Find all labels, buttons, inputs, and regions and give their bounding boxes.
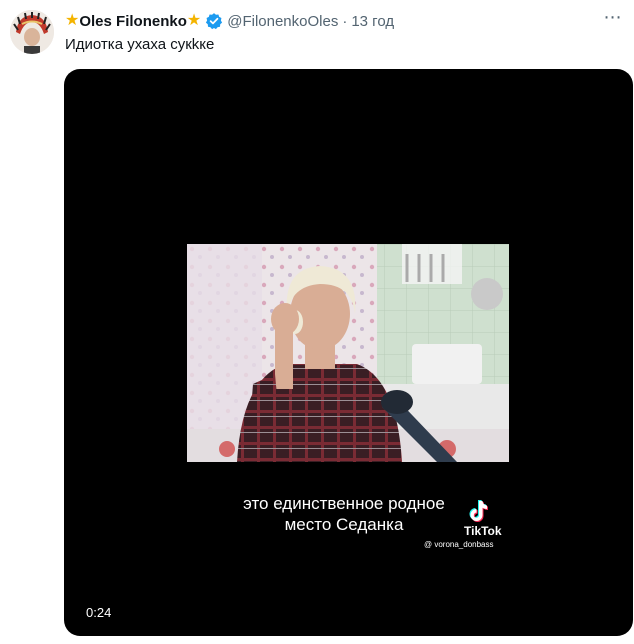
verified-badge-icon bbox=[205, 12, 223, 30]
author-name[interactable]: Oles Filonenko bbox=[79, 13, 187, 30]
video-frame bbox=[187, 244, 509, 462]
star-icon: ★ bbox=[186, 12, 202, 29]
tweet[interactable]: ★ Oles Filonenko ★ @FilonenkoOles · 13 г… bbox=[0, 0, 634, 644]
tiktok-username: @ vorona_donbass bbox=[424, 540, 494, 549]
tiktok-label: TikTok bbox=[464, 524, 502, 538]
avatar-image bbox=[10, 10, 54, 54]
video-duration: 0:24 bbox=[86, 605, 112, 620]
tiktok-logo-icon bbox=[469, 500, 488, 522]
author-avatar[interactable] bbox=[10, 10, 54, 54]
tweet-header: ★ Oles Filonenko ★ @FilonenkoOles · 13 г… bbox=[65, 11, 394, 31]
more-options-icon[interactable]: ⋯ bbox=[602, 8, 624, 30]
tweet-text: Идиотка ухаха сукkке bbox=[65, 36, 215, 53]
caption-line: место Седанка bbox=[284, 515, 404, 534]
caption-line: это единственное родное bbox=[243, 494, 445, 513]
video-player[interactable]: это единственное родное место Седанка Ti… bbox=[64, 69, 633, 636]
tweet-time[interactable]: 13 год bbox=[351, 13, 394, 30]
video-caption: это единственное родное место Седанка bbox=[209, 493, 479, 535]
author-handle[interactable]: @FilonenkoOles bbox=[227, 13, 338, 30]
separator-dot: · bbox=[342, 12, 348, 30]
video-still-image bbox=[187, 244, 509, 462]
tiktok-watermark: TikTok @ vorona_donbass bbox=[424, 499, 502, 549]
star-icon: ★ bbox=[65, 12, 80, 29]
